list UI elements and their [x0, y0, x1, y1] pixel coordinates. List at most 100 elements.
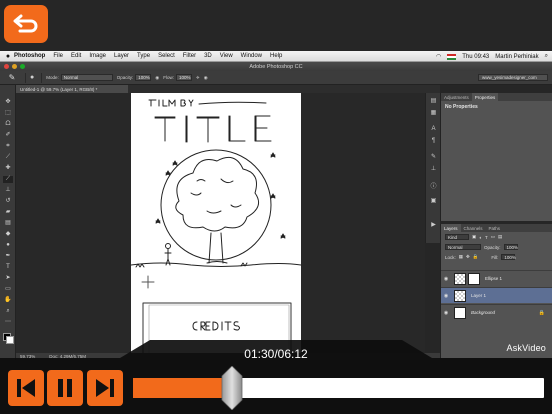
layer-opacity-field[interactable]: 100% — [503, 244, 518, 250]
close-window-icon[interactable] — [4, 64, 9, 69]
visibility-eye-icon[interactable]: ◉ — [441, 310, 451, 316]
move-tool-icon[interactable]: ✥ — [3, 99, 13, 106]
pause-button[interactable] — [47, 370, 83, 406]
type-tool-icon[interactable]: T — [3, 264, 13, 271]
healing-tool-icon[interactable]: ✚ — [3, 165, 13, 172]
brush-tool-icon[interactable]: ⟋ — [3, 176, 13, 183]
user-name[interactable]: Martin Perhiniak — [495, 54, 538, 60]
clone-stamp-tool-icon[interactable]: ⊥ — [3, 187, 13, 194]
filter-type-icon[interactable]: T — [485, 235, 488, 240]
tool-presets-panel-icon[interactable]: ▣ — [429, 197, 438, 205]
progress-scrubber-handle[interactable] — [221, 366, 243, 410]
back-button[interactable] — [4, 5, 48, 43]
menu-3d[interactable]: 3D — [204, 53, 212, 59]
document-canvas[interactable] — [131, 93, 301, 354]
progress-fill — [133, 378, 232, 398]
menu-help[interactable]: Help — [270, 53, 282, 59]
zoom-tool-icon[interactable]: ⌕ — [3, 308, 13, 315]
lock-all-icon[interactable]: 🔒 — [473, 254, 479, 260]
brush-tool-preset-icon[interactable]: ✎ — [3, 72, 21, 84]
clone-source-panel-icon[interactable]: ⊥ — [429, 165, 438, 173]
pen-tool-icon[interactable]: ✒ — [3, 253, 13, 260]
quick-select-tool-icon[interactable]: ✐ — [3, 132, 13, 139]
brush-size-icon[interactable]: ● — [30, 74, 34, 81]
zoom-window-icon[interactable] — [20, 64, 25, 69]
blur-tool-icon[interactable]: ◆ — [3, 231, 13, 238]
menu-file[interactable]: File — [53, 53, 63, 59]
opacity-field[interactable]: 100% — [135, 74, 152, 81]
character-panel-icon[interactable]: A — [429, 125, 438, 133]
lock-position-icon[interactable]: ✥ — [466, 254, 470, 260]
skip-back-icon — [17, 379, 35, 397]
layer-row-background[interactable]: ◉ Background 🔒 — [441, 304, 552, 320]
menu-filter[interactable]: Filter — [183, 53, 196, 59]
menu-view[interactable]: View — [220, 53, 233, 59]
pressure-opacity-icon[interactable]: ◉ — [155, 75, 159, 81]
actions-panel-icon[interactable]: ▶ — [429, 221, 438, 229]
workspace-select[interactable]: www_yesimadesigner_com — [478, 74, 548, 81]
tab-channels[interactable]: Channels — [461, 224, 486, 232]
paragraph-panel-icon[interactable]: ¶ — [429, 137, 438, 145]
layer-row-layer-1[interactable]: ◉ Layer 1 — [441, 287, 552, 303]
eyedropper-tool-icon[interactable]: ⟋ — [3, 154, 13, 161]
previous-button[interactable] — [8, 370, 44, 406]
menu-window[interactable]: Window — [241, 53, 262, 59]
layer-row-ellipse-1[interactable]: ◉ Ellipse 1 — [441, 270, 552, 286]
dodge-tool-icon[interactable]: ● — [3, 242, 13, 249]
apple-menu-icon[interactable]: ● — [2, 53, 14, 60]
lasso-tool-icon[interactable]: ᗝ — [3, 121, 13, 128]
filter-pixel-icon[interactable]: ▣ — [472, 234, 476, 240]
crop-tool-icon[interactable]: ⌗ — [3, 143, 13, 150]
panel-icon-strip: ▤ ▦ A ¶ ✎ ⊥ ⓘ ▣ ▶ — [425, 93, 440, 243]
layer-fill-field[interactable]: 100% — [501, 254, 516, 260]
layer-kind-filter[interactable]: Kind — [445, 234, 469, 240]
path-select-tool-icon[interactable]: ➤ — [3, 275, 13, 282]
tab-properties[interactable]: Properties — [471, 93, 499, 101]
lock-label: Lock: — [445, 254, 456, 260]
swatches-panel-icon[interactable]: ▦ — [429, 109, 438, 117]
visibility-eye-icon[interactable]: ◉ — [441, 276, 451, 282]
spotlight-search-icon[interactable]: ⌕ — [545, 53, 548, 60]
lock-pixels-icon[interactable]: ▦ — [459, 254, 463, 260]
eraser-tool-icon[interactable]: ▰ — [3, 209, 13, 216]
hand-tool-icon[interactable]: ✋ — [3, 297, 13, 304]
app-window: ● Photoshop File Edit Image Layer Type S… — [0, 0, 552, 414]
visibility-eye-icon[interactable]: ◉ — [441, 293, 451, 299]
brush-panel-icon[interactable]: ✎ — [429, 153, 438, 161]
menu-type[interactable]: Type — [137, 53, 150, 59]
flow-field[interactable]: 100% — [175, 74, 192, 81]
filter-smart-object-icon[interactable]: ▤ — [498, 234, 502, 240]
menu-edit[interactable]: Edit — [71, 53, 81, 59]
next-button[interactable] — [87, 370, 123, 406]
airbrush-icon[interactable]: ✈ — [196, 75, 200, 81]
pressure-size-icon[interactable]: ◉ — [204, 75, 208, 81]
menu-app-name[interactable]: Photoshop — [14, 53, 45, 59]
layer-thumbnail — [454, 272, 466, 285]
wifi-icon[interactable]: ◠ — [436, 53, 441, 60]
history-brush-tool-icon[interactable]: ↺ — [3, 198, 13, 205]
tab-adjustments[interactable]: Adjustments — [441, 93, 472, 101]
progress-track[interactable] — [133, 378, 544, 398]
filter-shape-icon[interactable]: ▭ — [491, 234, 495, 240]
mode-select[interactable]: Normal — [60, 74, 113, 81]
shape-tool-icon[interactable]: ▭ — [3, 286, 13, 293]
blend-mode-select[interactable]: Normal — [445, 244, 481, 250]
history-panel-icon[interactable]: ▤ — [429, 97, 438, 105]
canvas-area[interactable] — [16, 93, 425, 354]
options-divider — [41, 72, 43, 83]
input-source-flag-icon[interactable] — [447, 53, 457, 60]
info-panel-icon[interactable]: ⓘ — [429, 183, 438, 191]
marquee-tool-icon[interactable]: ⬚ — [3, 110, 13, 117]
menu-image[interactable]: Image — [89, 53, 106, 59]
minimize-window-icon[interactable] — [12, 64, 17, 69]
tab-layers[interactable]: Layers — [441, 224, 461, 232]
menu-layer[interactable]: Layer — [114, 53, 129, 59]
gradient-tool-icon[interactable]: ▤ — [3, 220, 13, 227]
clock[interactable]: Thu 09:43 — [462, 54, 489, 60]
document-tab[interactable]: Untitled-1 @ 59.7% (Layer 1, RGB/8) * — [16, 85, 128, 93]
edit-toolbar-icon[interactable]: ⋯ — [3, 319, 13, 326]
filter-adjustment-icon[interactable]: ◐ — [479, 235, 482, 240]
menu-select[interactable]: Select — [158, 53, 175, 59]
layer-blend-row: Normal Opacity: 100% — [441, 242, 552, 252]
tab-paths[interactable]: Paths — [486, 224, 504, 232]
